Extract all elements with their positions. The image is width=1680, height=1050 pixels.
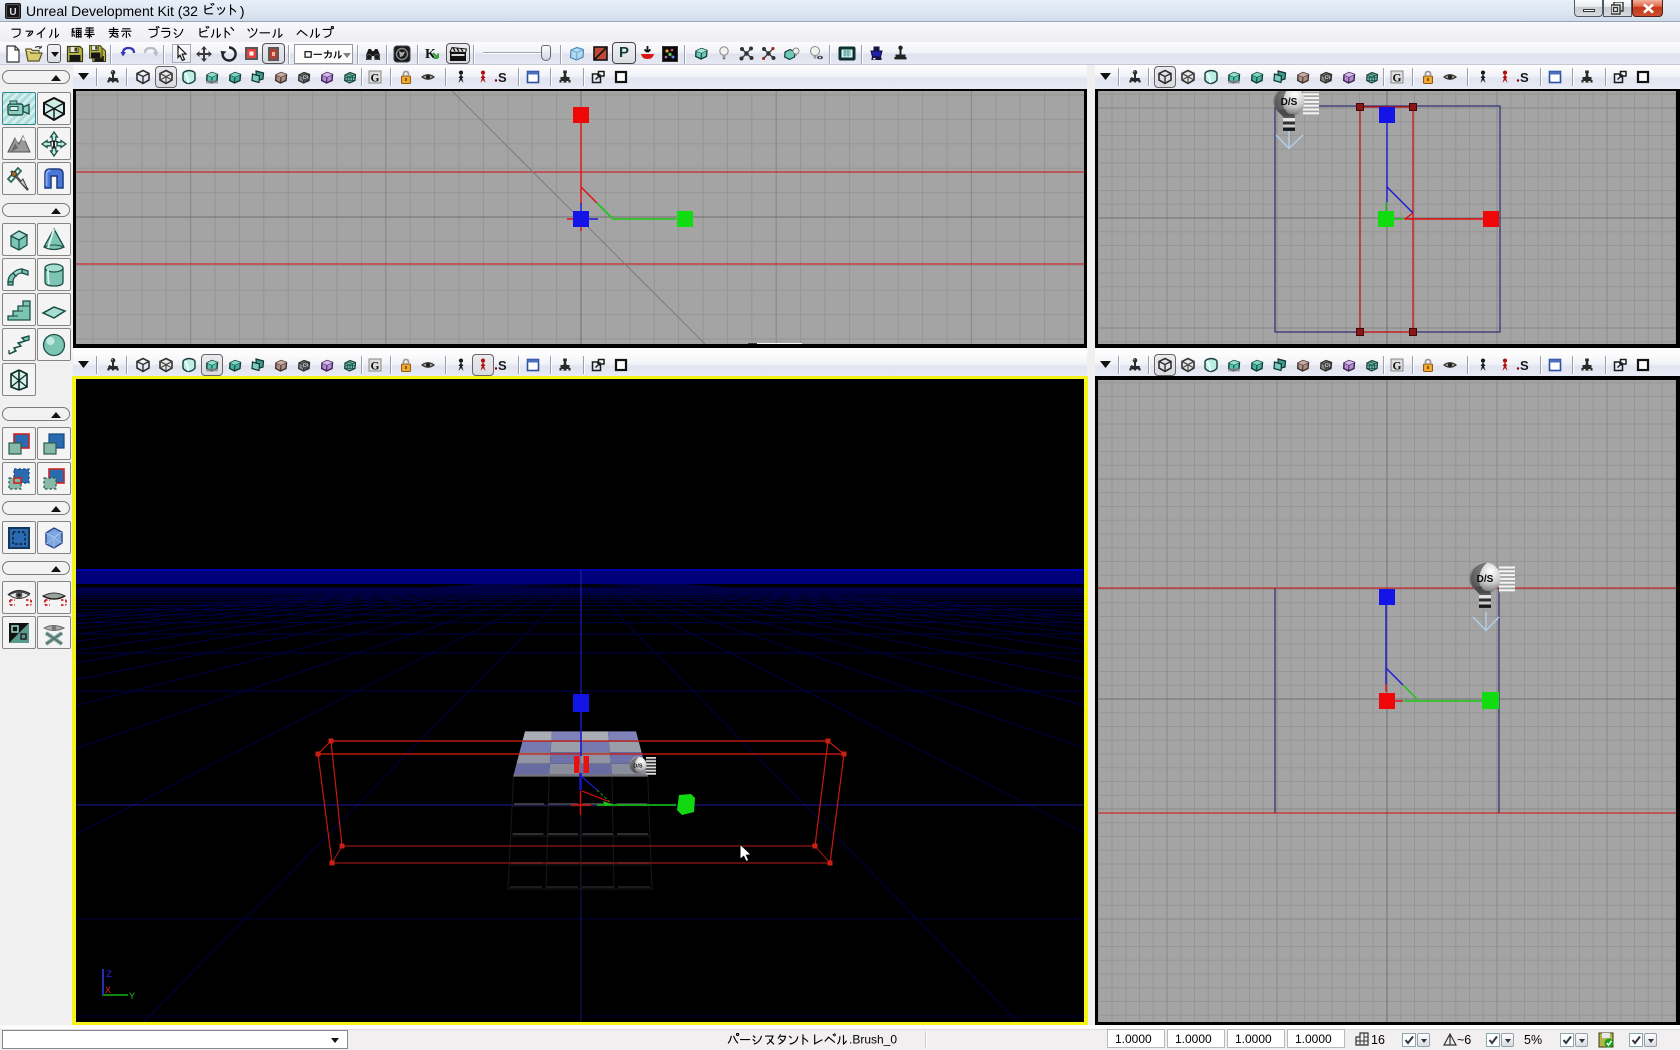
svg-text:T: T — [50, 137, 58, 151]
svg-text:X: X — [105, 986, 111, 997]
svg-text:D/S: D/S — [1281, 97, 1298, 108]
svg-text:Z: Z — [106, 970, 112, 981]
svg-text:Y: Y — [129, 992, 135, 1003]
svg-text:D/S: D/S — [633, 763, 643, 769]
svg-text:D/S: D/S — [1477, 574, 1494, 585]
svg-text:.Brush_0: .Brush_0 — [849, 1033, 897, 1047]
svg-text:U: U — [9, 7, 16, 18]
